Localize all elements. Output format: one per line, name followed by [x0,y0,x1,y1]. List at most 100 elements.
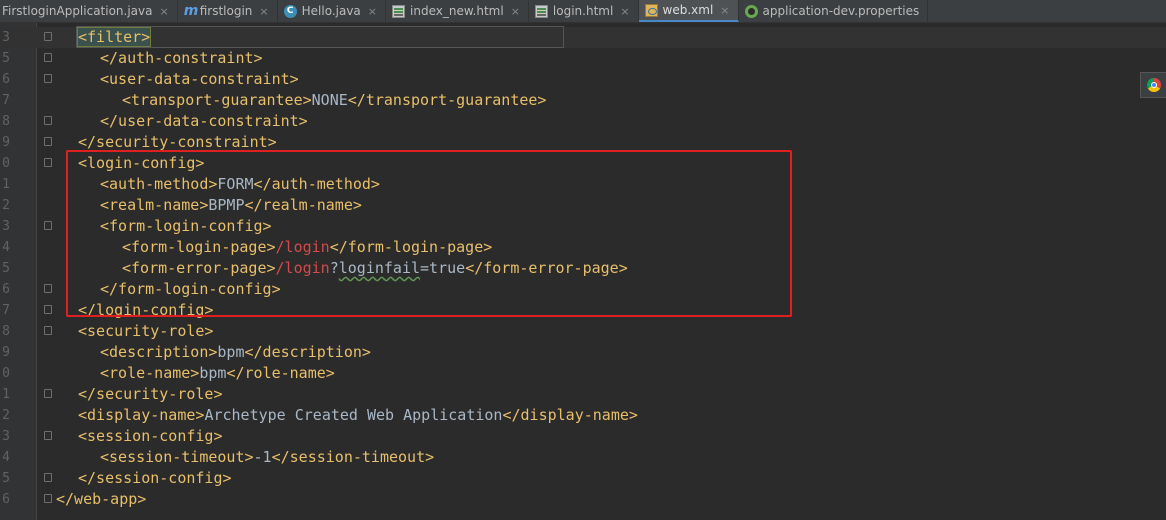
fold-marker-icon[interactable] [44,284,52,293]
code-token: </security-constraint> [78,133,277,151]
line-number: 9 [2,135,10,150]
code-line[interactable]: 5 </session-config> [0,468,1166,489]
code-token: <user-data-constraint> [100,70,299,88]
code-token: bpm [199,364,227,382]
code-token: <description> [100,343,218,361]
tab-label: FirstloginApplication.java [2,4,153,18]
line-number: 6 [2,492,10,507]
chrome-icon [1146,78,1161,92]
code-line[interactable]: 6 </web-app> [0,489,1166,510]
code-line[interactable]: 6 <user-data-constraint> [0,69,1166,90]
code-line[interactable]: 4 <session-timeout>-1</session-timeout> [0,447,1166,468]
line-number: 6 [2,72,10,87]
code-token: -1 [253,448,272,466]
close-icon[interactable]: × [368,5,377,18]
editor-tab-bar: C FirstloginApplication.java × mfirstlogin ×… [0,0,1166,23]
tab-label: web.xml [662,3,714,17]
code-line[interactable]: 7 <transport-guarantee>NONE</transport-gu… [0,90,1166,111]
xml-file-icon [644,3,658,17]
code-text: </user-data-constraint> [100,111,308,132]
code-text: </security-role> [78,384,223,405]
code-token: Archetype Created Web Application [204,406,503,424]
tab-login-html[interactable]: login.html × [529,0,639,22]
fold-marker-icon[interactable] [44,53,52,62]
line-number: 4 [2,450,10,465]
code-line[interactable]: 1 </security-role> [0,384,1166,405]
code-text: <description>bpm</description> [100,342,371,363]
code-text: </auth-constraint> [100,48,263,69]
line-number: 3 [2,219,10,234]
fold-marker-icon[interactable] [44,116,52,125]
line-number: 7 [2,93,10,108]
code-token: NONE [311,91,348,109]
code-token: </display-name> [502,406,638,424]
code-text: <session-timeout>-1</session-timeout> [100,447,434,468]
tab-application-dev-properties[interactable]: application-dev.properties [739,0,929,22]
fold-marker-icon[interactable] [44,473,52,482]
code-text: <role-name>bpm</role-name> [100,363,335,384]
fold-marker-icon[interactable] [44,305,52,314]
spring-properties-icon [744,4,758,18]
tab-firstloginapplication-java[interactable]: CFirstloginApplication.java× [0,0,178,22]
html-file-icon [534,4,548,18]
line-number: 3 [2,429,10,444]
code-token: </web-app> [56,490,147,508]
fold-marker-icon[interactable] [44,158,52,167]
close-icon[interactable]: × [620,5,629,18]
fold-marker-icon[interactable] [44,326,52,335]
tab-label: login.html [552,4,614,18]
open-in-browser-button[interactable] [1140,72,1166,98]
code-token: <role-name> [100,364,200,382]
line-number: 4 [2,240,10,255]
code-token: </session-config> [78,469,232,487]
code-text: </session-config> [78,468,232,489]
code-token: </security-role> [78,385,223,403]
code-token: </session-timeout> [271,448,435,466]
breadcrumb-context-box [76,26,564,48]
code-line[interactable]: 8 </user-data-constraint> [0,111,1166,132]
code-line[interactable]: 8 <security-role> [0,321,1166,342]
fold-marker-icon[interactable] [44,137,52,146]
maven-module-icon: m [183,2,199,19]
line-number: 5 [2,261,10,276]
html-file-icon [392,4,406,18]
code-line[interactable]: 5 </auth-constraint> [0,48,1166,69]
fold-marker-icon[interactable] [44,74,52,83]
line-number: 1 [2,387,10,402]
code-token: </transport-guarantee> [347,91,547,109]
line-number: 2 [2,408,10,423]
line-number: 2 [2,198,10,213]
line-number: 1 [2,177,10,192]
code-token: bpm [217,343,245,361]
code-token: <security-role> [78,322,214,340]
code-text: <user-data-constraint> [100,69,299,90]
close-icon[interactable]: × [259,5,268,18]
fold-marker-icon[interactable] [44,32,52,41]
fold-marker-icon[interactable] [44,389,52,398]
code-token: </auth-constraint> [100,49,263,67]
close-icon[interactable]: × [511,5,520,18]
tab-hello-java[interactable]: C Hello.java × [278,0,387,22]
tab-index-new-html[interactable]: index_new.html × [386,0,529,22]
close-icon[interactable]: × [160,5,169,18]
line-number: 3 [2,30,10,45]
close-icon[interactable]: × [720,4,729,17]
line-number: 5 [2,51,10,66]
java-class-icon: C [283,4,297,18]
code-line[interactable]: 2 <display-name>Archetype Created Web App… [0,405,1166,426]
code-line[interactable]: 3 <session-config> [0,426,1166,447]
fold-marker-icon[interactable] [44,221,52,230]
line-number: 7 [2,303,10,318]
tab-firstlogin[interactable]: m firstlogin × [178,0,278,22]
code-token: </description> [244,343,371,361]
fold-marker-icon[interactable] [44,494,52,503]
code-text: <display-name>Archetype Created Web Appl… [78,405,638,426]
tab-web-xml[interactable]: web.xml × [638,0,739,22]
code-token: </user-data-constraint> [100,112,308,130]
code-token: </role-name> [226,364,335,382]
tab-label: application-dev.properties [762,4,920,18]
fold-marker-icon[interactable] [44,431,52,440]
code-line[interactable]: 9 <description>bpm</description> [0,342,1166,363]
code-line[interactable]: 0 <role-name>bpm</role-name> [0,363,1166,384]
code-token: <session-timeout> [100,448,254,466]
